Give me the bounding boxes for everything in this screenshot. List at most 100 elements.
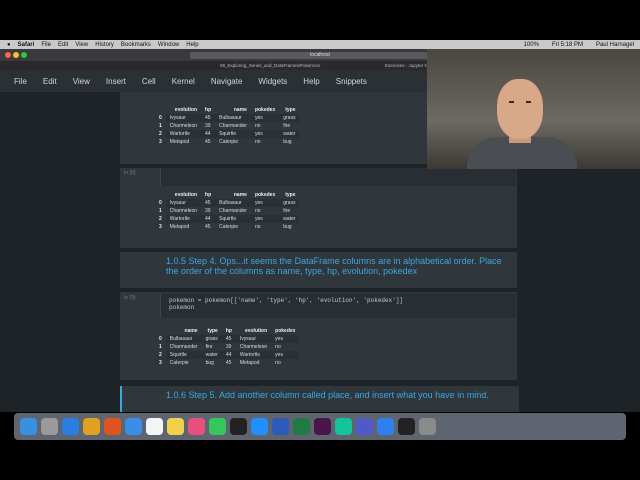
dock-terminal-icon[interactable]: Terminal: [398, 418, 415, 435]
dock-grammarly-icon[interactable]: Grammarly: [335, 418, 352, 435]
table-cell: Charmander: [219, 123, 247, 129]
row-index: 1: [159, 208, 162, 214]
menu-history[interactable]: History: [95, 42, 114, 48]
close-window-button[interactable]: [5, 52, 11, 58]
dock-slack-icon[interactable]: Slack: [314, 418, 331, 435]
table-cell: 45: [225, 360, 232, 366]
table-cell: 45: [201, 114, 216, 122]
table-cell: Squirtle: [215, 215, 251, 223]
column-header: [155, 191, 166, 199]
table-cell: Ivysaur: [235, 335, 272, 343]
jmenu-kernel[interactable]: Kernel: [172, 77, 195, 86]
dock-photos-icon[interactable]: Photos: [188, 418, 205, 435]
jmenu-edit[interactable]: Edit: [43, 77, 57, 86]
dock-app-store-icon[interactable]: App Store: [251, 418, 268, 435]
dock-brave-icon[interactable]: Brave: [104, 418, 121, 435]
table-cell: 39: [205, 123, 211, 129]
jmenu-widgets[interactable]: Widgets: [258, 77, 287, 86]
table-row: 2 Wartortle 44 Squirtle yes water: [155, 130, 300, 138]
apple-icon[interactable]: ●: [7, 42, 11, 48]
dock-word-icon[interactable]: Word: [272, 418, 289, 435]
row-index: 0: [159, 336, 162, 342]
table-row: 2 Wartortle 44 Squirtle yes water: [155, 215, 300, 223]
jmenu-cell[interactable]: Cell: [142, 77, 156, 86]
cell-prompt-2: In [8]:: [124, 170, 137, 176]
code-editor-3[interactable]: pokemon = pokemon[['name', 'type', 'hp',…: [160, 294, 516, 318]
jmenu-file[interactable]: File: [14, 77, 27, 86]
menu-bookmarks[interactable]: Bookmarks: [121, 42, 151, 48]
dock-chrome-icon[interactable]: Chrome: [83, 418, 100, 435]
table-cell: fire: [283, 123, 291, 129]
dock-calendar-icon[interactable]: Calendar: [146, 418, 163, 435]
table-cell: water: [201, 351, 222, 359]
dock-launchpad-icon[interactable]: Launchpad: [41, 418, 58, 435]
table-cell: yes: [250, 199, 280, 207]
dock-excel-icon[interactable]: Excel: [293, 418, 310, 435]
menu-window[interactable]: Window: [158, 42, 179, 48]
macos-menubar: ● Safari File Edit View History Bookmark…: [0, 40, 640, 49]
table-cell: Squirtle: [215, 130, 251, 138]
dock-teams-icon[interactable]: Teams: [356, 418, 373, 435]
dock-trash-icon[interactable]: Trash: [419, 418, 436, 435]
code-line-1: pokemon = pokemon[['name', 'type', 'hp',…: [169, 297, 404, 304]
menu-file[interactable]: File: [41, 42, 51, 48]
menu-safari[interactable]: Safari: [18, 42, 35, 48]
webcam-overlay: [427, 49, 640, 169]
table-cell: Wartortle: [165, 215, 202, 223]
table-cell: no: [275, 344, 281, 350]
table-cell: Bulbasaur: [165, 335, 202, 343]
column-header: pokedex: [254, 192, 276, 198]
minimize-window-button[interactable]: [13, 52, 19, 58]
table-cell: Charmander: [169, 344, 198, 350]
table-cell: no: [254, 139, 261, 145]
column-header: [155, 106, 166, 114]
table-cell: yes: [250, 114, 280, 122]
address-bar[interactable]: localhost: [190, 52, 450, 59]
jmenu-snippets[interactable]: Snippets: [336, 77, 367, 86]
dock-notes-icon[interactable]: Notes: [167, 418, 184, 435]
table-cell: water: [279, 215, 300, 223]
column-header: hp: [205, 107, 212, 113]
table-cell: fire: [205, 344, 213, 350]
menu-view[interactable]: View: [75, 42, 88, 48]
battery-label[interactable]: 100%: [524, 42, 539, 48]
table-cell: Caterpie: [169, 360, 189, 366]
clock[interactable]: Fri 5:18 PM: [552, 42, 583, 48]
table-cell: no: [254, 224, 261, 230]
tab-pokemon[interactable]: 08_Exploring_Series_and_DataFrames/Pokem…: [220, 62, 340, 69]
row-index: 1: [159, 123, 162, 129]
table-cell: grass: [201, 335, 222, 343]
dock-finder-icon[interactable]: Finder: [20, 418, 37, 435]
dock-mail-icon[interactable]: Mail: [125, 418, 142, 435]
column-header: evolution: [174, 192, 198, 198]
dock-messages-icon[interactable]: Messages: [209, 418, 226, 435]
zoom-window-button[interactable]: [21, 52, 27, 58]
menu-help[interactable]: Help: [186, 42, 198, 48]
table-cell: Wartortle: [235, 351, 272, 359]
table-cell: Wartortle: [165, 130, 202, 138]
table-cell: Ivysaur: [165, 199, 202, 207]
jmenu-navigate[interactable]: Navigate: [211, 77, 243, 86]
menu-edit[interactable]: Edit: [58, 42, 68, 48]
user-name[interactable]: Paul Harnagel: [596, 42, 634, 48]
table-cell: no: [254, 208, 261, 214]
dock-safari-icon[interactable]: Safari: [62, 418, 79, 435]
heading-step5: 1.0.6 Step 5. Add another column called …: [166, 390, 489, 400]
column-header: [155, 327, 166, 335]
table-cell: fire: [283, 208, 291, 214]
table-row: 3 Metapod 45 Caterpie no bug: [155, 223, 299, 231]
row-index: 1: [159, 344, 162, 350]
jmenu-view[interactable]: View: [73, 77, 90, 86]
dock-tv-icon[interactable]: TV: [230, 418, 247, 435]
table-cell: no: [275, 360, 281, 366]
dataframe-table-3: name type hp evolution pokedex 0 Bulbasaur gras…: [155, 327, 300, 367]
table-cell: no: [254, 123, 261, 129]
dock-vs-code-icon[interactable]: VS Code: [377, 418, 394, 435]
table-cell: water: [279, 130, 300, 138]
jmenu-help[interactable]: Help: [303, 77, 319, 86]
table-cell: 45: [205, 224, 211, 230]
code-editor-2[interactable]: [160, 168, 516, 186]
table-cell: Bulbasaur: [215, 114, 251, 122]
jmenu-insert[interactable]: Insert: [106, 77, 126, 86]
table-cell: Squirtle: [165, 351, 202, 359]
